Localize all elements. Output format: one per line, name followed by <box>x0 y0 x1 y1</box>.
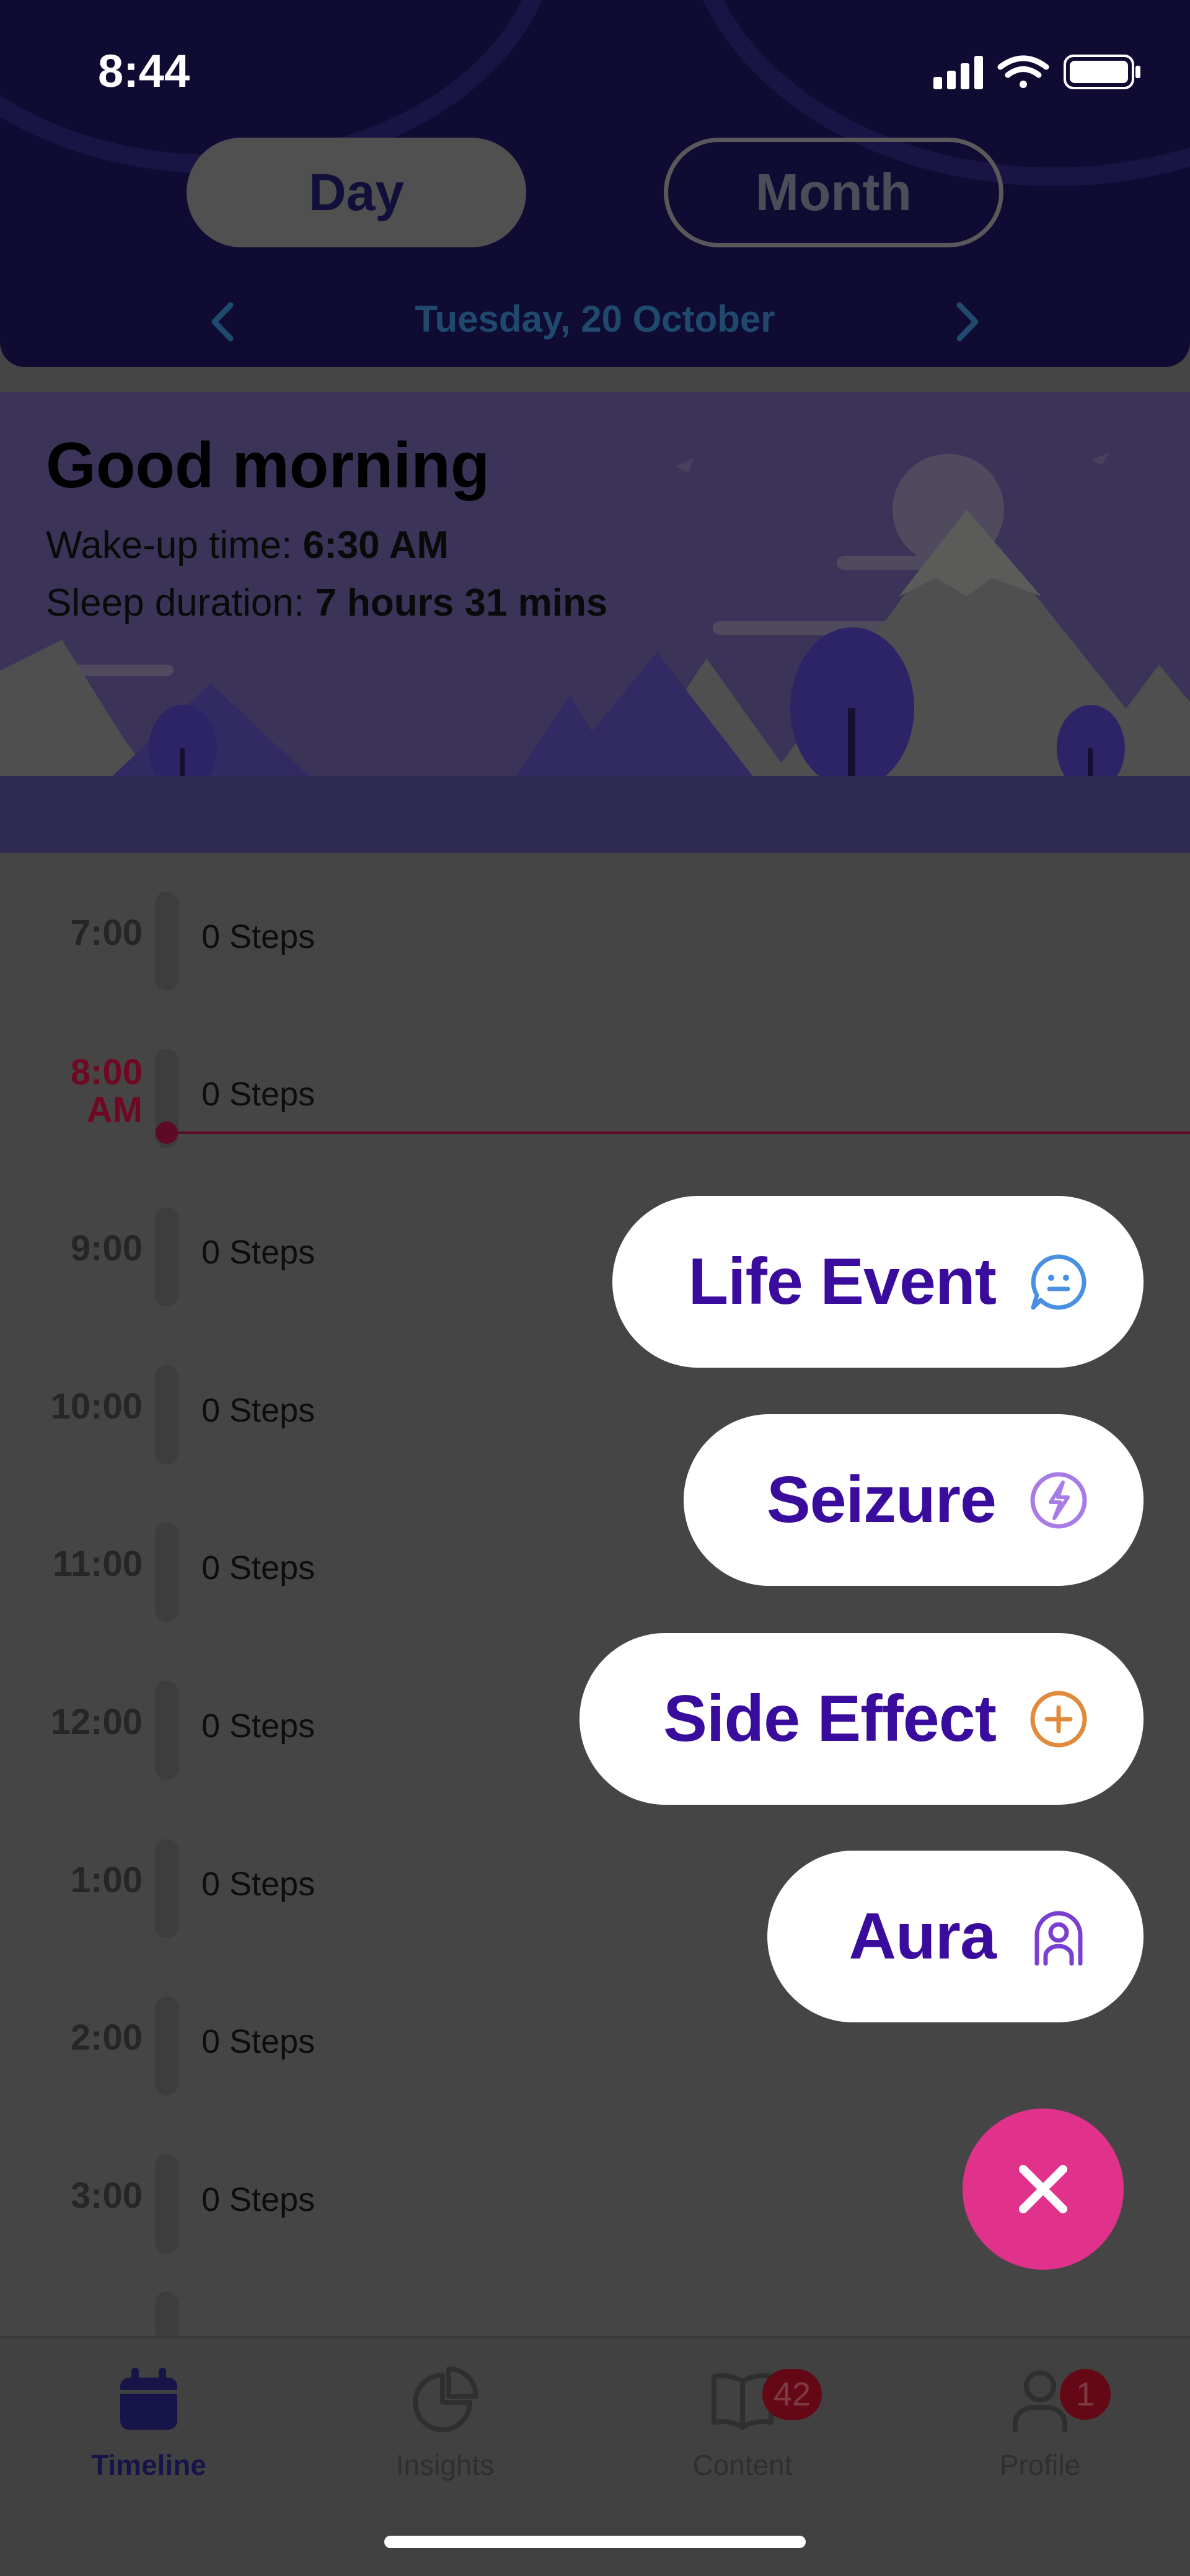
current-time-line <box>166 1131 1190 1134</box>
steps-value: 0 Steps <box>201 1549 315 1587</box>
status-icons <box>933 55 1140 89</box>
calendar-icon <box>120 2368 177 2430</box>
chevron-right-icon[interactable] <box>948 300 985 343</box>
aura-label: Aura <box>848 1900 997 1973</box>
steps-value: 0 Steps <box>201 1076 315 1113</box>
timeline-row-partial <box>0 2274 1190 2341</box>
tab-content[interactable]: Content 42 <box>594 2363 891 2482</box>
steps-bar <box>155 1523 178 1622</box>
battery-icon <box>1064 55 1140 89</box>
home-indicator[interactable] <box>384 2536 806 2548</box>
steps-bar <box>155 1839 178 1938</box>
hour-label-current: 8:00 AM <box>70 1052 143 1130</box>
wake-up-label: Wake-up time: <box>46 524 303 567</box>
greeting-card: Good morning Wake-up time: 6:30 AM Sleep… <box>0 392 1190 853</box>
close-menu-button[interactable] <box>963 2109 1124 2270</box>
header: 8:44 Day Month Tuesday, 20 October <box>0 0 1190 367</box>
segment-month-button[interactable]: Month <box>664 138 1003 247</box>
side-effect-button[interactable]: Side Effect <box>580 1633 1144 1805</box>
steps-value: 0 Steps <box>201 918 315 955</box>
steps-bar <box>155 892 178 991</box>
steps-value: 0 Steps <box>201 2023 315 2060</box>
steps-bar <box>155 1365 178 1464</box>
hour-label: 1:00 <box>70 1860 143 1900</box>
steps-value: 0 Steps <box>201 1866 315 1903</box>
sleep-duration-value: 7 hours 31 mins <box>315 582 608 624</box>
tab-label: Content <box>692 2449 793 2481</box>
tab-label: Profile <box>999 2449 1081 2481</box>
segment-day-button[interactable]: Day <box>187 138 526 247</box>
signal-icon <box>933 56 983 89</box>
plus-circle-icon <box>1028 1689 1089 1750</box>
lightning-icon <box>1028 1470 1089 1531</box>
side-effect-label: Side Effect <box>663 1682 997 1755</box>
steps-value: 0 Steps <box>201 1707 315 1745</box>
life-event-button[interactable]: Life Event <box>612 1196 1144 1368</box>
wake-up-value: 6:30 AM <box>302 524 449 567</box>
timeline-row-current[interactable]: 8:00 AM 0 Steps <box>0 1011 1190 1148</box>
steps-bar <box>155 2291 178 2341</box>
profile-badge: 1 <box>1060 2369 1111 2420</box>
current-hour-ampm: AM <box>86 1089 143 1130</box>
current-time-dot <box>156 1122 178 1144</box>
status-time: 8:44 <box>98 45 190 97</box>
pie-chart-icon <box>413 2366 478 2432</box>
tab-timeline[interactable]: Timeline <box>0 2363 298 2482</box>
aura-button[interactable]: Aura <box>767 1851 1144 2022</box>
close-icon <box>1019 2165 1067 2213</box>
seizure-label: Seizure <box>766 1463 997 1536</box>
hour-label: 10:00 <box>50 1386 143 1427</box>
steps-bar <box>155 1996 178 2096</box>
current-hour-time: 8:00 <box>70 1052 143 1092</box>
hour-label: 3:00 <box>70 2175 143 2216</box>
seizure-button[interactable]: Seizure <box>684 1414 1144 1586</box>
hour-label: 12:00 <box>50 1702 143 1742</box>
hour-label: 2:00 <box>70 2017 143 2058</box>
sleep-duration-label: Sleep duration: <box>46 582 315 624</box>
tab-label: Timeline <box>91 2449 206 2481</box>
steps-value: 0 Steps <box>201 2181 315 2218</box>
steps-bar <box>155 1681 178 1780</box>
wake-up-time: Wake-up time: 6:30 AM <box>46 523 449 567</box>
tab-insights[interactable]: Insights <box>296 2363 594 2482</box>
hour-label: 9:00 <box>70 1228 143 1268</box>
hour-label: 11:00 <box>52 1544 143 1584</box>
sleep-duration: Sleep duration: 7 hours 31 mins <box>46 581 607 625</box>
steps-value: 0 Steps <box>201 1234 315 1271</box>
timeline[interactable]: 7:00 0 Steps 8:00 AM 0 Steps 9:00 0 Steps… <box>0 853 1190 2341</box>
life-event-label: Life Event <box>688 1245 997 1318</box>
chat-bubble-icon <box>1028 1252 1089 1312</box>
tab-label: Insights <box>395 2449 495 2481</box>
steps-value: 0 Steps <box>201 1392 315 1429</box>
hour-label: 7:00 <box>70 913 143 953</box>
greeting-title: Good morning <box>46 430 490 502</box>
steps-bar <box>155 1207 178 1306</box>
timeline-row[interactable]: 7:00 0 Steps <box>0 853 1190 991</box>
content-badge: 42 <box>762 2369 822 2420</box>
person-aura-icon <box>1028 1906 1089 1967</box>
wifi-icon <box>997 55 1049 88</box>
date-label: Tuesday, 20 October <box>415 298 775 340</box>
tab-profile[interactable]: Profile 1 <box>891 2363 1189 2482</box>
steps-bar <box>155 2154 178 2254</box>
